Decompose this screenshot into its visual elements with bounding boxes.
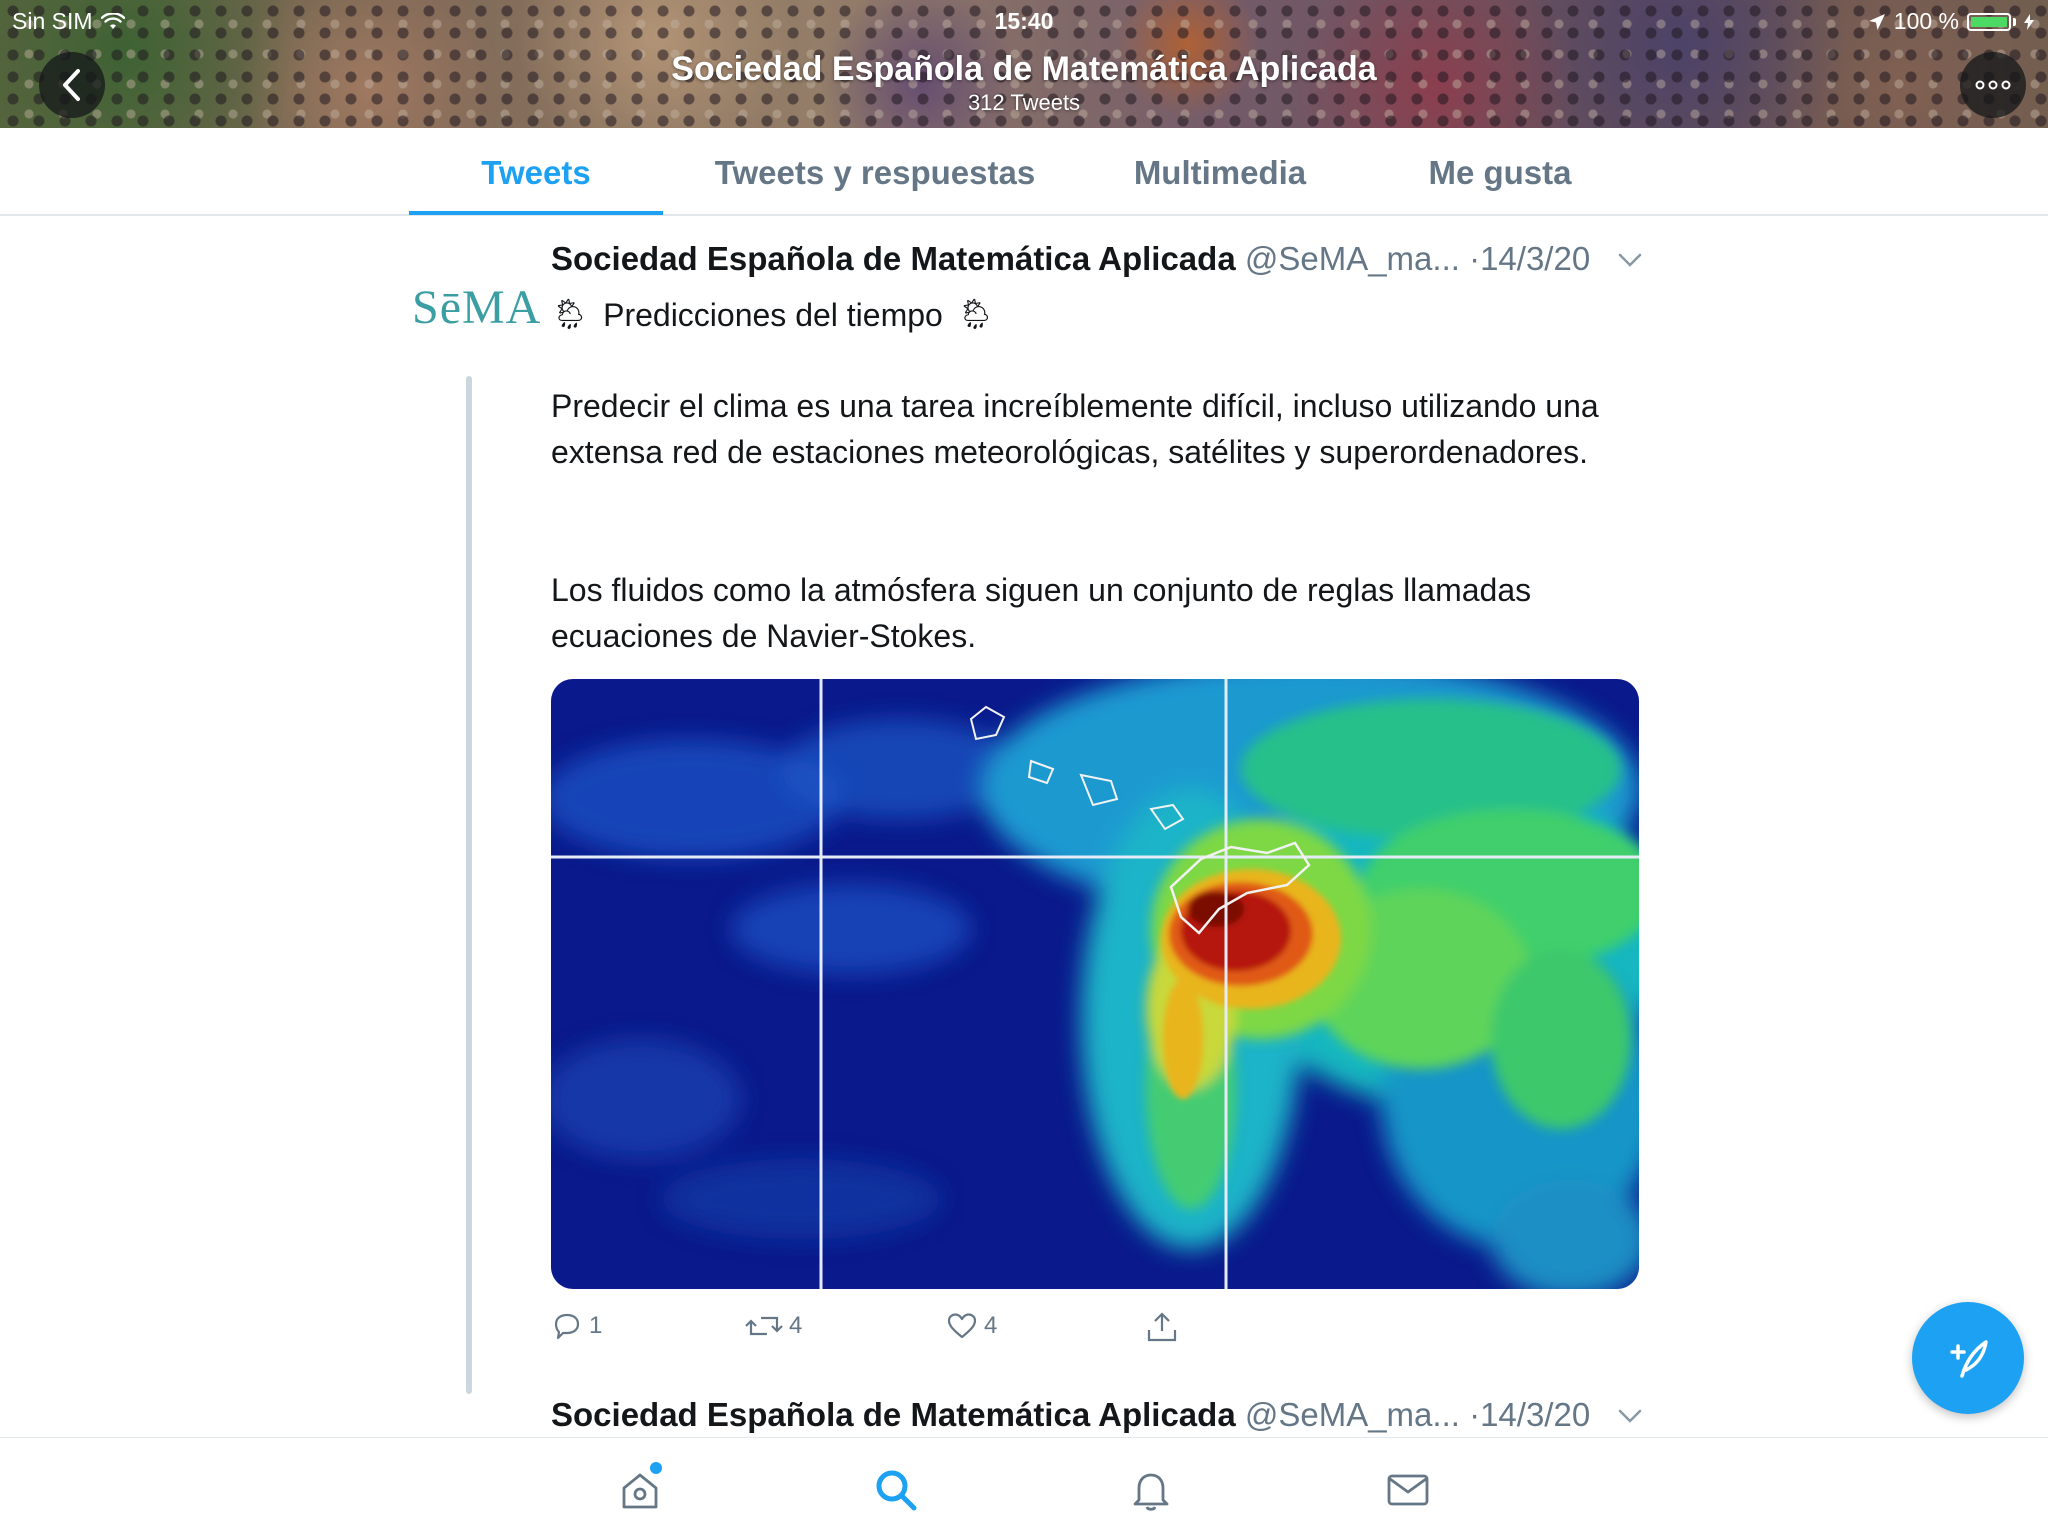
profile-title: Sociedad Española de Matemática Aplicada <box>671 50 1377 88</box>
profile-banner: Sin SIM 15:40 100 % Sociedad Española de… <box>0 0 2048 128</box>
home-icon <box>622 1473 658 1509</box>
bell-icon <box>1133 1473 1169 1511</box>
location-arrow-icon <box>1868 13 1885 30</box>
tweet-handle: @SeMA_ma... <box>1244 1396 1460 1433</box>
share-icon <box>1147 1312 1177 1342</box>
compose-icon <box>1950 1340 1988 1378</box>
tweet-header: Sociedad Española de Matemática Aplicada… <box>551 1396 1590 1434</box>
tweet-author-name[interactable]: Sociedad Española de Matemática Aplicada <box>551 240 1236 277</box>
tweet-author-name[interactable]: Sociedad Española de Matemática Aplicada <box>551 1396 1236 1433</box>
mail-icon <box>1387 1474 1429 1506</box>
thread-line <box>466 376 472 1394</box>
tweet-media-image[interactable] <box>551 679 1639 1289</box>
like-count: 4 <box>984 1312 998 1339</box>
status-bar-right: 100 % <box>1868 8 2034 35</box>
charging-bolt-icon <box>2024 13 2034 30</box>
share-button[interactable] <box>1145 1310 1179 1344</box>
nav-notifications[interactable] <box>1121 1460 1181 1520</box>
reply-count: 1 <box>589 1312 603 1339</box>
bottom-tab-bar <box>0 1437 2048 1537</box>
search-icon <box>876 1470 917 1511</box>
status-time: 15:40 <box>994 8 1054 34</box>
tweet-actions: 1 4 4 <box>551 1310 1251 1350</box>
tweet-handle: @SeMA_ma... <box>1244 240 1460 277</box>
tab-tweets[interactable]: Tweets <box>409 128 663 216</box>
compose-tweet-button[interactable] <box>1912 1302 2024 1414</box>
more-button[interactable] <box>1960 52 2026 118</box>
nav-messages[interactable] <box>1378 1460 1438 1520</box>
tweet-paragraph: Los fluidos como la atmósfera siguen un … <box>551 572 1532 654</box>
more-icon <box>1975 80 2011 90</box>
tab-media[interactable]: Multimedia <box>1110 128 1330 216</box>
retweet-button[interactable]: 4 <box>745 1310 802 1342</box>
retweet-icon <box>745 1316 783 1336</box>
retweet-count: 4 <box>789 1312 803 1339</box>
active-tab-indicator <box>409 211 663 215</box>
reply-button[interactable]: 1 <box>551 1310 602 1342</box>
tweet-date: ·14/3/20 <box>1469 1396 1591 1433</box>
weather-emoji-icon: 🌦 <box>551 297 590 332</box>
chevron-down-icon[interactable] <box>1612 1398 1648 1434</box>
tab-tweets-replies[interactable]: Tweets y respuestas <box>690 128 1060 216</box>
battery-percent: 100 % <box>1893 8 1959 34</box>
avatar[interactable]: SēMA <box>412 280 541 335</box>
tweet-title-line: 🌦 Predicciones del tiempo 🌦 <box>551 292 1671 338</box>
satellite-weather-map <box>551 679 1639 1289</box>
tweet-title: Predicciones del tiempo <box>603 297 943 333</box>
profile-tabs: Tweets Tweets y respuestas Multimedia Me… <box>0 128 2048 216</box>
notification-dot <box>650 1462 662 1474</box>
chevron-down-icon[interactable] <box>1612 242 1648 278</box>
heart-icon <box>947 1313 977 1339</box>
tweet-header: Sociedad Española de Matemática Aplicada… <box>551 240 1590 278</box>
tweet-date: ·14/3/20 <box>1469 240 1591 277</box>
like-button[interactable]: 4 <box>946 1310 997 1342</box>
weather-emoji-icon: 🌦 <box>956 297 995 332</box>
tab-likes[interactable]: Me gusta <box>1390 128 1610 216</box>
nav-search[interactable] <box>866 1460 926 1520</box>
nav-home[interactable] <box>610 1460 670 1520</box>
reply-icon <box>554 1313 580 1340</box>
tweet-count: 312 Tweets <box>967 90 1081 115</box>
tweet-paragraph: Predecir el clima es una tarea increíble… <box>551 388 1599 470</box>
battery-icon <box>1967 12 2011 31</box>
